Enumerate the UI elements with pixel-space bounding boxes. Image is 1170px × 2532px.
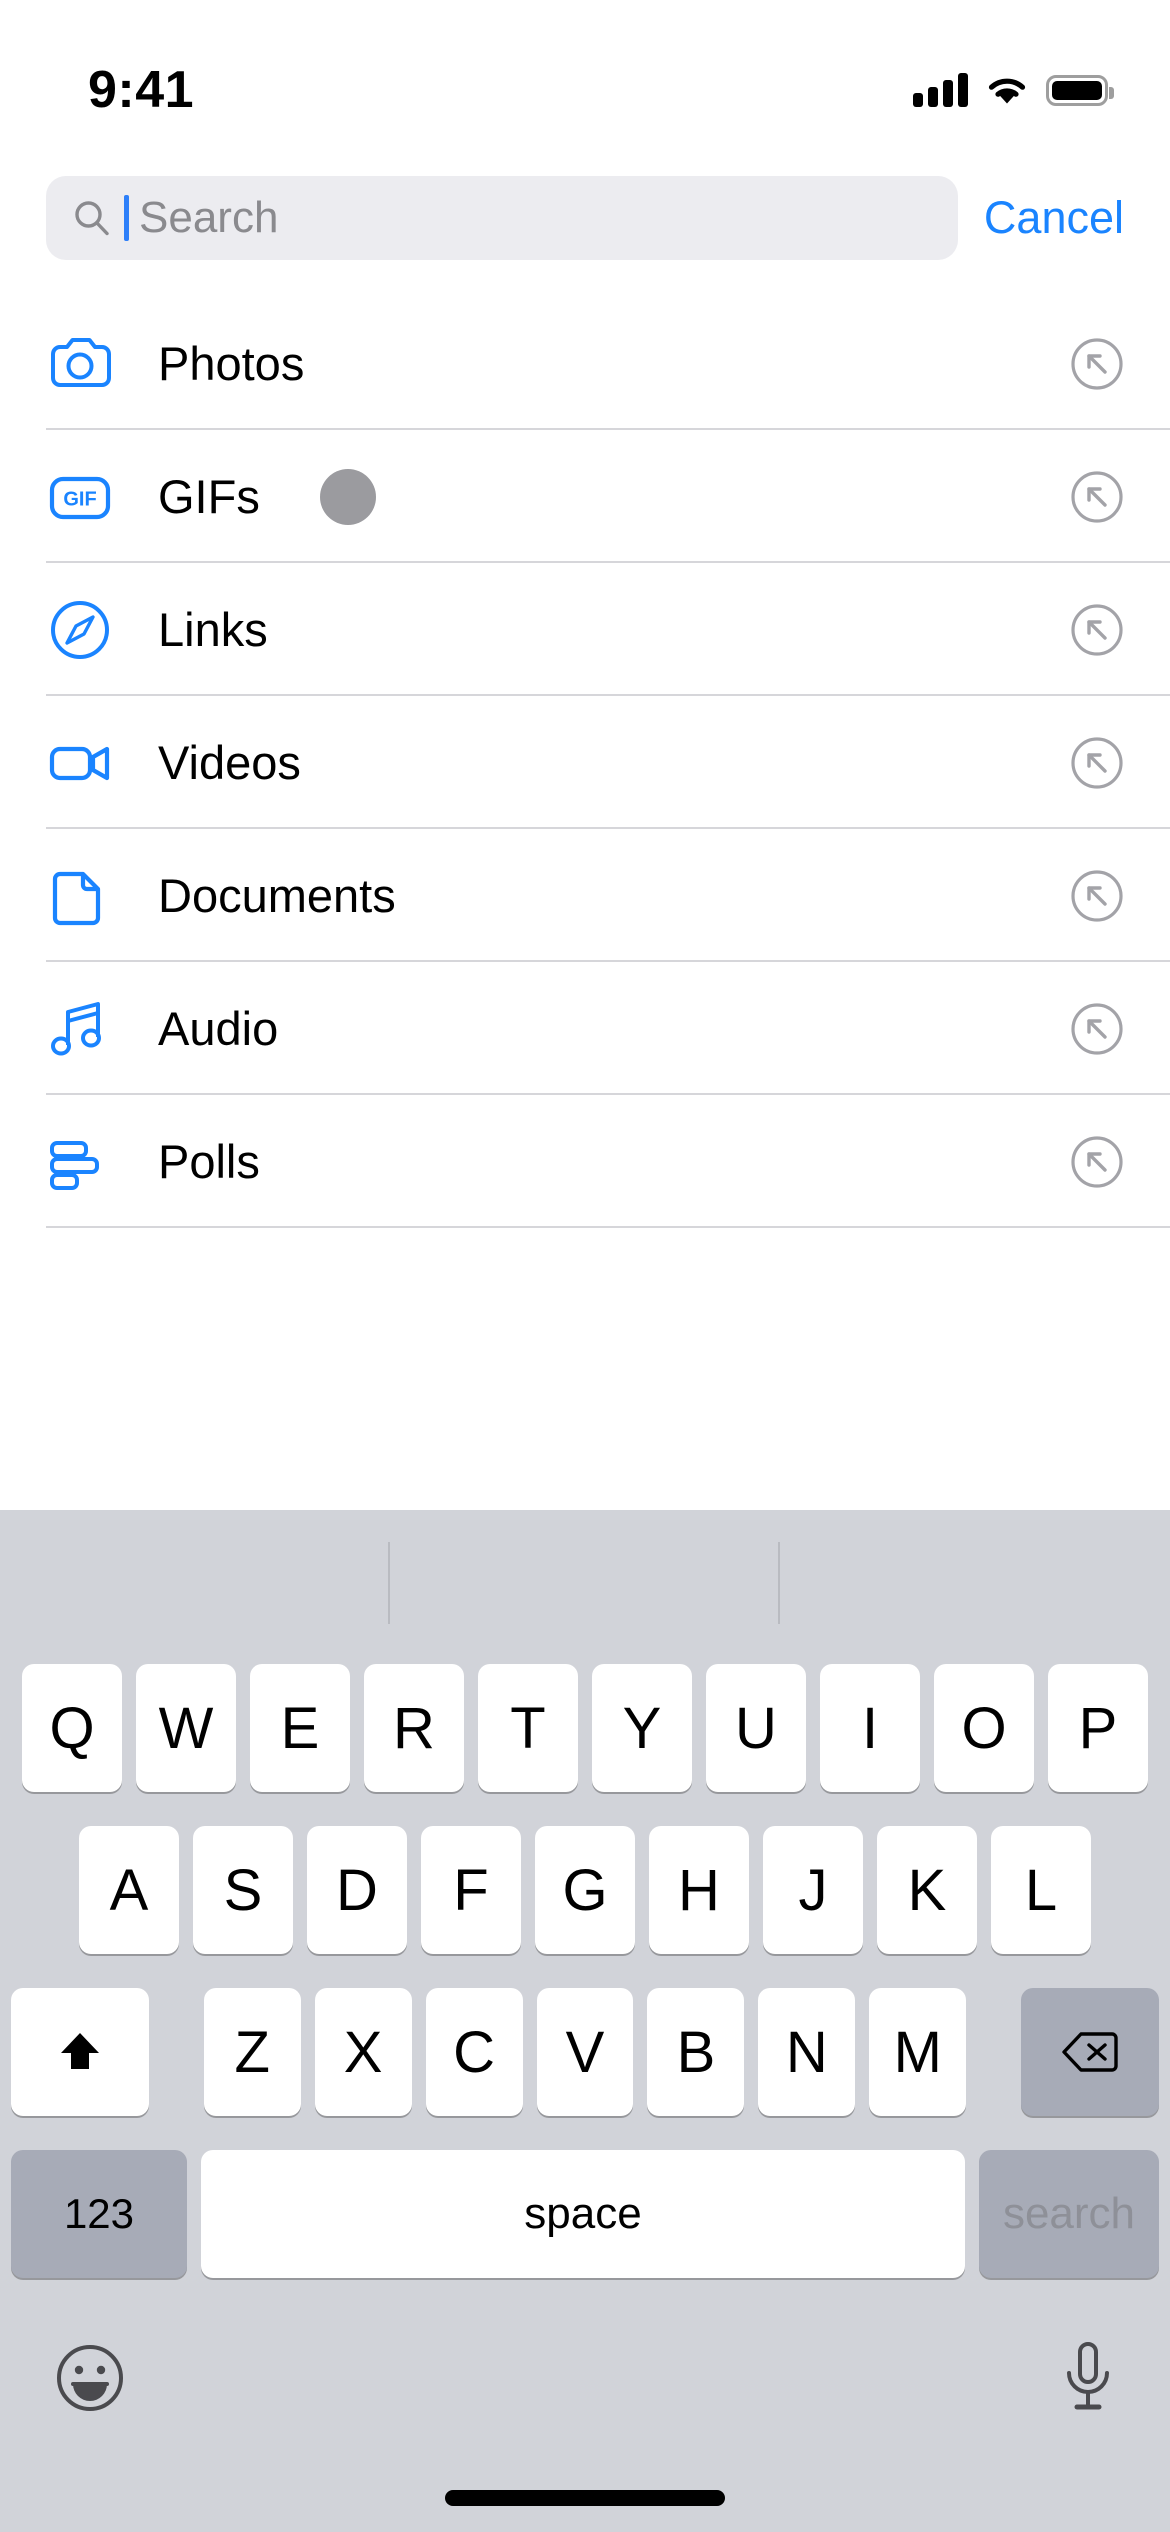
keyboard-row-4: 123 space search xyxy=(0,2144,1170,2284)
magnifier-icon xyxy=(75,201,109,236)
search-placeholder: Search xyxy=(139,193,279,242)
numbers-key[interactable]: 123 xyxy=(11,2150,187,2278)
cancel-button[interactable]: Cancel xyxy=(980,192,1124,244)
emoji-smiley-icon[interactable] xyxy=(52,2340,128,2416)
key-e[interactable]: E xyxy=(250,1664,350,1792)
arrow-up-left-circle-icon[interactable] xyxy=(1070,603,1124,657)
keyboard-row-2: A S D F G H J K L xyxy=(0,1820,1170,1960)
camera-icon xyxy=(46,330,114,398)
key-q[interactable]: Q xyxy=(22,1664,122,1792)
wifi-icon xyxy=(988,78,1026,103)
on-screen-keyboard: Q W E R T Y U I O P A S D F G H J K L Z … xyxy=(0,1510,1170,2532)
microphone-icon[interactable] xyxy=(1058,2338,1118,2418)
arrow-up-left-circle-icon[interactable] xyxy=(1070,1135,1124,1189)
list-item-label: Videos xyxy=(158,736,301,789)
list-item-documents[interactable]: Documents xyxy=(0,829,1170,962)
keyboard-row-3: Z X C V B N M xyxy=(0,1982,1170,2122)
search-return-key[interactable]: search xyxy=(979,2150,1159,2278)
list-item-gifs[interactable]: GIF GIFs xyxy=(0,430,1170,563)
key-t[interactable]: T xyxy=(478,1664,578,1792)
list-item-label: Photos xyxy=(158,337,305,390)
search-input[interactable]: Search xyxy=(46,176,958,260)
shift-key[interactable] xyxy=(11,1988,149,2116)
text-cursor xyxy=(124,195,129,241)
compass-icon xyxy=(46,596,114,664)
key-n[interactable]: N xyxy=(758,1988,856,2116)
status-time: 9:41 xyxy=(88,61,195,119)
space-key[interactable]: space xyxy=(201,2150,965,2278)
key-k[interactable]: K xyxy=(877,1826,977,1954)
key-s[interactable]: S xyxy=(193,1826,293,1954)
arrow-up-left-circle-icon[interactable] xyxy=(1070,337,1124,391)
home-indicator xyxy=(445,2490,725,2506)
key-o[interactable]: O xyxy=(934,1664,1034,1792)
list-item-polls[interactable]: Polls xyxy=(0,1095,1170,1228)
keyboard-row-1: Q W E R T Y U I O P xyxy=(0,1658,1170,1798)
status-icons xyxy=(913,73,1114,107)
delete-key[interactable] xyxy=(1021,1988,1159,2116)
key-f[interactable]: F xyxy=(421,1826,521,1954)
key-y[interactable]: Y xyxy=(592,1664,692,1792)
arrow-up-left-circle-icon[interactable] xyxy=(1070,470,1124,524)
keyboard-bottom-bar xyxy=(0,2298,1170,2458)
gif-badge-icon: GIF xyxy=(46,463,114,531)
cellular-signal-icon xyxy=(913,73,968,107)
arrow-up-left-circle-icon[interactable] xyxy=(1070,869,1124,923)
search-category-list: Photos GIF GIFs Links Videos Documents A… xyxy=(0,297,1170,1228)
list-item-links[interactable]: Links xyxy=(0,563,1170,696)
shift-up-arrow-icon xyxy=(60,2033,99,2069)
status-bar: 9:41 xyxy=(0,0,1170,150)
music-note-icon xyxy=(46,995,114,1063)
key-p[interactable]: P xyxy=(1048,1664,1148,1792)
key-z[interactable]: Z xyxy=(203,1988,301,2116)
list-item-label: Links xyxy=(158,603,268,656)
list-item-label: GIFs xyxy=(158,470,260,523)
key-j[interactable]: J xyxy=(763,1826,863,1954)
predictive-divider xyxy=(388,1542,390,1624)
list-item-videos[interactable]: Videos xyxy=(0,696,1170,829)
row-separator xyxy=(46,1226,1170,1228)
predictive-divider xyxy=(778,1542,780,1624)
key-w[interactable]: W xyxy=(136,1664,236,1792)
key-u[interactable]: U xyxy=(706,1664,806,1792)
list-item-label: Documents xyxy=(158,869,396,922)
key-x[interactable]: X xyxy=(314,1988,412,2116)
arrow-up-left-circle-icon[interactable] xyxy=(1070,1002,1124,1056)
list-item-photos[interactable]: Photos xyxy=(0,297,1170,430)
list-item-label: Polls xyxy=(158,1135,260,1188)
key-v[interactable]: V xyxy=(536,1988,634,2116)
key-i[interactable]: I xyxy=(820,1664,920,1792)
list-item-label: Audio xyxy=(158,1002,279,1055)
search-bar: Search Cancel xyxy=(0,166,1170,270)
key-c[interactable]: C xyxy=(425,1988,523,2116)
svg-text:GIF: GIF xyxy=(63,488,96,510)
list-item-audio[interactable]: Audio xyxy=(0,962,1170,1095)
poll-bars-icon xyxy=(46,1128,114,1196)
video-camera-icon xyxy=(46,729,114,797)
key-r[interactable]: R xyxy=(364,1664,464,1792)
key-l[interactable]: L xyxy=(991,1826,1091,1954)
arrow-up-left-circle-icon[interactable] xyxy=(1070,736,1124,790)
predictive-text-bar xyxy=(0,1510,1170,1658)
key-g[interactable]: G xyxy=(535,1826,635,1954)
key-h[interactable]: H xyxy=(649,1826,749,1954)
document-icon xyxy=(46,862,114,930)
key-m[interactable]: M xyxy=(869,1988,967,2116)
key-d[interactable]: D xyxy=(307,1826,407,1954)
delete-backward-icon xyxy=(1062,2032,1118,2072)
screen: 9:41 Search Cancel Photos GIF GIFs Links… xyxy=(0,0,1170,2532)
key-a[interactable]: A xyxy=(79,1826,179,1954)
battery-full-icon xyxy=(1046,74,1114,106)
key-b[interactable]: B xyxy=(647,1988,745,2116)
touch-indicator xyxy=(319,468,376,525)
